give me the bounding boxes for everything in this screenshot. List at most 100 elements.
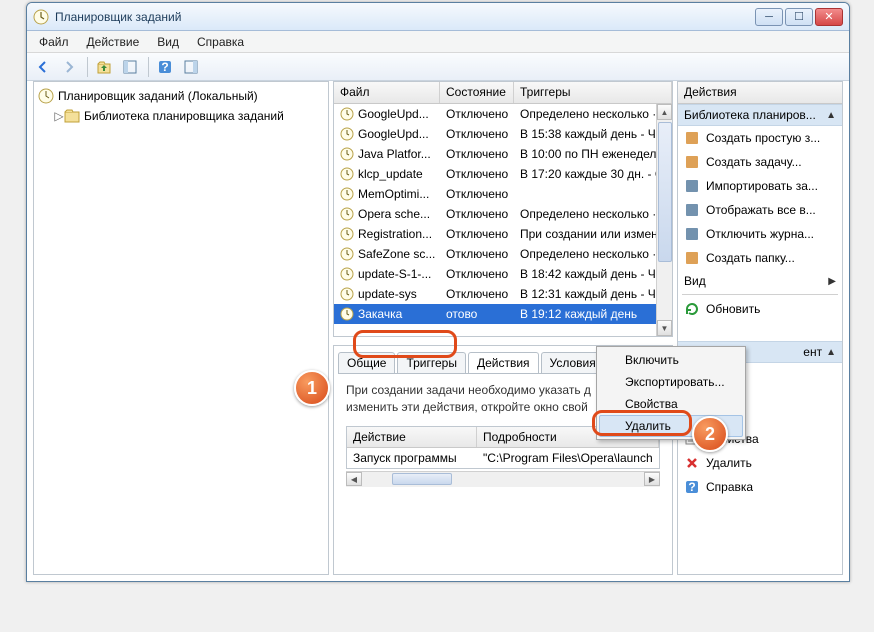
refresh-icon — [684, 301, 700, 317]
action-item[interactable]: Отображать все в... — [678, 198, 842, 222]
window-title: Планировщик заданий — [55, 10, 755, 24]
tab-general[interactable]: Общие — [338, 352, 395, 373]
cell-details: "C:\Program Files\Opera\launch — [477, 448, 659, 468]
clock-icon — [340, 167, 354, 181]
close-button[interactable]: ✕ — [815, 8, 843, 26]
task-list: Файл Состояние Триггеры GoogleUpd...Откл… — [333, 81, 673, 337]
tab-actions[interactable]: Действия — [468, 352, 539, 373]
task-row[interactable]: Java Platfor...ОтключеноВ 10:00 по ПН еж… — [334, 144, 672, 164]
action-item[interactable]: ?Справка — [678, 475, 842, 499]
action-item[interactable]: Импортировать за... — [678, 174, 842, 198]
action-icon — [684, 178, 700, 194]
callout-2: 2 — [692, 416, 728, 452]
clock-icon — [340, 147, 354, 161]
clock-icon — [340, 127, 354, 141]
task-row[interactable]: Opera sche...ОтключеноОпределено несколь… — [334, 204, 672, 224]
task-row[interactable]: MemOptimi...Отключено — [334, 184, 672, 204]
section-label: ент — [803, 345, 822, 359]
menubar: Файл Действие Вид Справка — [27, 31, 849, 53]
tab-triggers[interactable]: Триггеры — [397, 352, 466, 373]
col-triggers[interactable]: Триггеры — [514, 82, 672, 103]
action-item[interactable]: Удалить — [678, 451, 842, 475]
tree-root-label: Планировщик заданий (Локальный) — [58, 89, 258, 103]
task-row[interactable]: ЗакачкаотовоВ 19:12 каждый день — [334, 304, 672, 324]
scroll-thumb[interactable] — [658, 122, 672, 262]
toolbar: ? — [27, 53, 849, 81]
folder-icon — [64, 108, 80, 124]
svg-text:?: ? — [688, 480, 695, 494]
expand-icon[interactable]: ▷ — [54, 109, 64, 123]
task-row[interactable]: klcp_updateОтключеноВ 17:20 каждые 30 дн… — [334, 164, 672, 184]
actions-pane: Действия Библиотека планиров... ▲ Создат… — [677, 81, 843, 575]
forward-button[interactable] — [57, 56, 81, 78]
up-button[interactable] — [92, 56, 116, 78]
menu-action[interactable]: Действие — [79, 33, 148, 51]
scroll-right-arrow[interactable]: ▶ — [644, 472, 660, 486]
middle-pane: Файл Состояние Триггеры GoogleUpd...Откл… — [333, 81, 673, 575]
ctx-properties[interactable]: Свойства — [599, 393, 743, 415]
action-view[interactable]: Вид ▶ — [678, 270, 842, 292]
ctx-enable[interactable]: Включить — [599, 349, 743, 371]
col-name[interactable]: Файл — [334, 82, 440, 103]
action-icon — [684, 226, 700, 242]
col-state[interactable]: Состояние — [440, 82, 514, 103]
task-row[interactable]: SafeZone sc...ОтключеноОпределено нескол… — [334, 244, 672, 264]
help-button[interactable]: ? — [153, 56, 177, 78]
tree-library-label: Библиотека планировщика заданий — [84, 109, 284, 123]
action-icon — [684, 202, 700, 218]
separator — [87, 57, 88, 77]
action-icon — [684, 154, 700, 170]
show-hide-tree-button[interactable] — [118, 56, 142, 78]
scroll-up-arrow[interactable]: ▲ — [657, 104, 672, 120]
task-row[interactable]: GoogleUpd...ОтключеноВ 15:38 каждый день… — [334, 124, 672, 144]
back-button[interactable] — [31, 56, 55, 78]
task-scheduler-window: Планировщик заданий ─ ☐ ✕ Файл Действие … — [26, 2, 850, 582]
action-item[interactable]: Создать папку... — [678, 246, 842, 270]
actions-section-library[interactable]: Библиотека планиров... ▲ — [678, 104, 842, 126]
minimize-button[interactable]: ─ — [755, 8, 783, 26]
clock-icon — [340, 227, 354, 241]
horizontal-scrollbar[interactable]: ◀ ▶ — [346, 471, 660, 487]
task-row[interactable]: update-S-1-...ОтключеноВ 18:42 каждый де… — [334, 264, 672, 284]
action-item[interactable]: Создать простую з... — [678, 126, 842, 150]
action-refresh[interactable]: Обновить — [678, 297, 842, 321]
tree-pane: Планировщик заданий (Локальный) ▷ Библио… — [33, 81, 329, 575]
cell-action: Запуск программы — [347, 448, 477, 468]
tasklist-header: Файл Состояние Триггеры — [334, 82, 672, 104]
clock-icon — [340, 247, 354, 261]
table-row[interactable]: Запуск программы "C:\Program Files\Opera… — [347, 448, 659, 468]
titlebar[interactable]: Планировщик заданий ─ ☐ ✕ — [27, 3, 849, 31]
scroll-left-arrow[interactable]: ◀ — [346, 472, 362, 486]
vertical-scrollbar[interactable]: ▲ ▼ — [656, 104, 672, 336]
clock-icon — [340, 287, 354, 301]
action-item[interactable]: Отключить журна... — [678, 222, 842, 246]
clock-icon — [38, 88, 54, 104]
separator — [148, 57, 149, 77]
task-row[interactable]: update-sysОтключеноВ 12:31 каждый день -… — [334, 284, 672, 304]
action-icon — [684, 250, 700, 266]
ctx-export[interactable]: Экспортировать... — [599, 371, 743, 393]
clock-icon — [33, 9, 49, 25]
task-row[interactable]: GoogleUpd...ОтключеноОпределено нескольк… — [334, 104, 672, 124]
callout-1: 1 — [294, 370, 330, 406]
action-item[interactable]: Создать задачу... — [678, 150, 842, 174]
svg-text:?: ? — [161, 60, 168, 74]
scroll-down-arrow[interactable]: ▼ — [657, 320, 672, 336]
menu-file[interactable]: Файл — [31, 33, 77, 51]
maximize-button[interactable]: ☐ — [785, 8, 813, 26]
tree-library[interactable]: ▷ Библиотека планировщика заданий — [38, 106, 324, 126]
menu-help[interactable]: Справка — [189, 33, 252, 51]
chevron-up-icon: ▲ — [826, 110, 836, 121]
clock-icon — [340, 107, 354, 121]
menu-view[interactable]: Вид — [149, 33, 187, 51]
chevron-right-icon: ▶ — [828, 276, 836, 287]
task-row[interactable]: Registration...ОтключеноПри создании или… — [334, 224, 672, 244]
panel-toggle-button[interactable] — [179, 56, 203, 78]
clock-icon — [340, 187, 354, 201]
col-action[interactable]: Действие — [347, 427, 477, 447]
action-icon: ? — [684, 479, 700, 495]
clock-icon — [340, 307, 354, 321]
separator — [682, 294, 838, 295]
hscroll-thumb[interactable] — [392, 473, 452, 485]
tree-root[interactable]: Планировщик заданий (Локальный) — [38, 86, 324, 106]
